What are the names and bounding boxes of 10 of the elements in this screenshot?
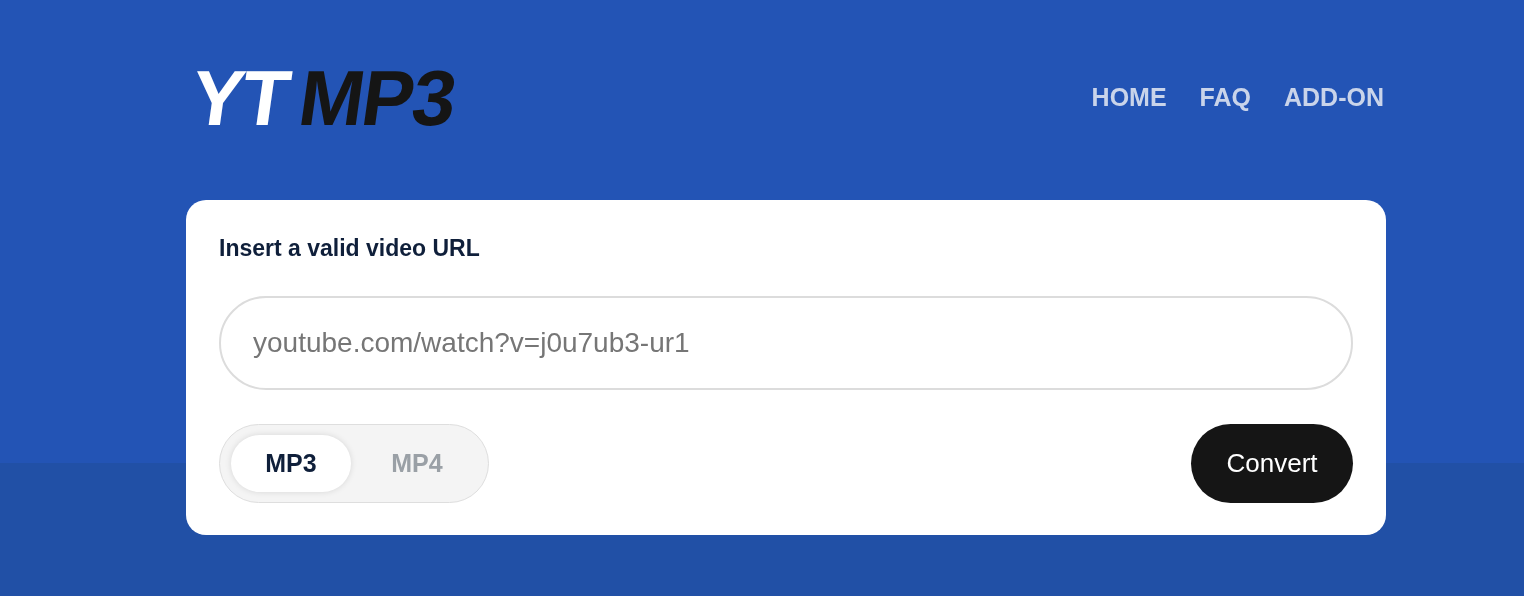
url-input-field[interactable]: youtube.com/watch?v=j0u7ub3-ur1 <box>219 296 1353 390</box>
nav-link[interactable]: ADD-ON <box>1284 79 1384 117</box>
logo-text: MP3 <box>293 55 462 141</box>
form-label: Insert a valid video URL <box>219 234 481 263</box>
nav-link[interactable]: FAQ <box>1199 79 1251 117</box>
convert-button[interactable]: Convert <box>1191 424 1353 503</box>
format-tab[interactable]: MP3 <box>231 435 351 492</box>
logo-text: YT <box>184 55 295 141</box>
nav-link[interactable]: HOME <box>1091 79 1167 117</box>
format-tab[interactable]: MP4 <box>357 435 477 492</box>
